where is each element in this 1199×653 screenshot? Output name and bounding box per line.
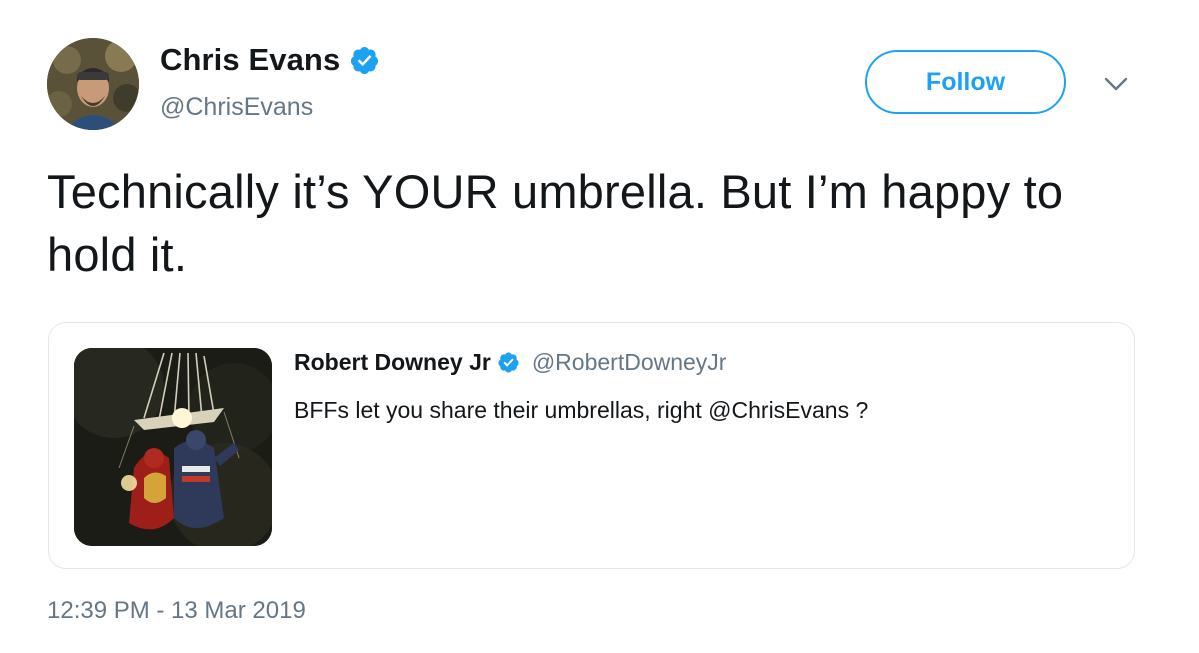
quoted-tweet-text: BFFs let you share their umbrellas, righ… — [294, 397, 869, 423]
quoted-tweet-image[interactable] — [74, 348, 272, 546]
follow-button[interactable]: Follow — [865, 50, 1066, 114]
tweet-timestamp[interactable]: 12:39 PM - 13 Mar 2019 — [47, 597, 306, 625]
quoted-author-handle[interactable]: @RobertDowneyJr — [532, 349, 727, 376]
author-avatar[interactable] — [47, 38, 139, 130]
verified-badge-icon — [351, 46, 379, 74]
verified-badge-icon — [498, 352, 519, 373]
chevron-down-icon[interactable] — [1103, 74, 1129, 94]
quoted-tweet-header: Robert Downey Jr @RobertDowneyJr — [294, 349, 726, 376]
quoted-author-display-name[interactable]: Robert Downey Jr — [294, 349, 491, 376]
author-name-row: Chris Evans — [160, 42, 380, 78]
tweet-text: Technically it’s YOUR umbrella. But I’m … — [47, 165, 1064, 281]
quoted-tweet-card[interactable]: Robert Downey Jr @RobertDowneyJr BFFs le… — [48, 322, 1135, 569]
author-display-name[interactable]: Chris Evans — [160, 42, 340, 78]
author-handle[interactable]: @ChrisEvans — [160, 93, 313, 122]
